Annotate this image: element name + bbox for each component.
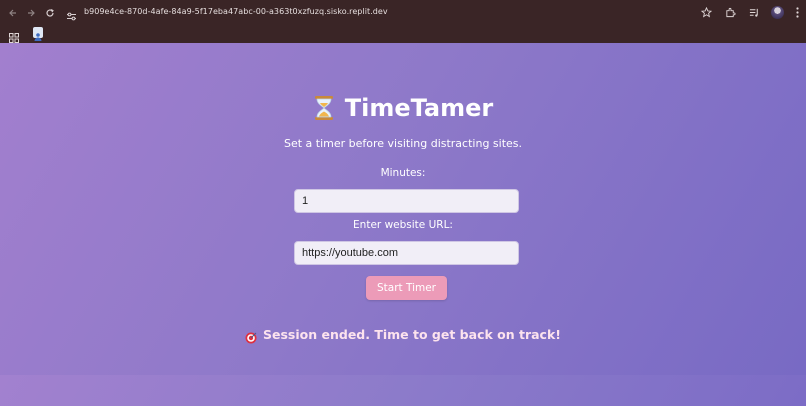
forward-arrow-icon[interactable] [24,6,38,20]
app-header: TimeTamer [0,94,806,122]
app-title: TimeTamer [344,94,494,122]
browser-actions [699,5,800,19]
status-message: Session ended. Time to get back on track… [263,327,561,342]
address-bar-url[interactable]: b909e4ce-870d-4afe-84a9-5f17eba47abc-00-… [84,7,388,16]
bookmark-favicon-icon[interactable] [33,27,43,41]
browser-toolbar: b909e4ce-870d-4afe-84a9-5f17eba47abc-00-… [0,0,806,25]
url-label: Enter website URL: [353,219,453,231]
status-message-row: Session ended. Time to get back on track… [0,327,806,343]
page-footer-band [0,375,806,406]
bookmark-star-icon[interactable] [699,5,713,19]
extensions-icon[interactable] [723,5,737,19]
reload-icon[interactable] [43,6,57,20]
url-input[interactable]: https://youtube.com [294,241,519,265]
apps-grid-icon[interactable] [9,28,19,43]
minutes-input[interactable]: 1 [294,189,519,213]
more-menu-icon[interactable] [794,5,800,19]
bookmarks-bar [0,25,806,43]
target-icon [245,329,257,343]
browser-chrome: b909e4ce-870d-4afe-84a9-5f17eba47abc-00-… [0,0,806,43]
app-subtitle: Set a timer before visiting distracting … [283,137,523,150]
minutes-label: Minutes: [380,167,426,179]
profile-avatar[interactable] [771,5,784,19]
back-arrow-icon[interactable] [6,6,20,20]
site-info-icon[interactable] [66,7,77,21]
start-timer-button[interactable]: Start Timer [366,276,447,300]
media-controls-icon[interactable] [747,5,761,19]
hourglass-icon [313,95,335,121]
